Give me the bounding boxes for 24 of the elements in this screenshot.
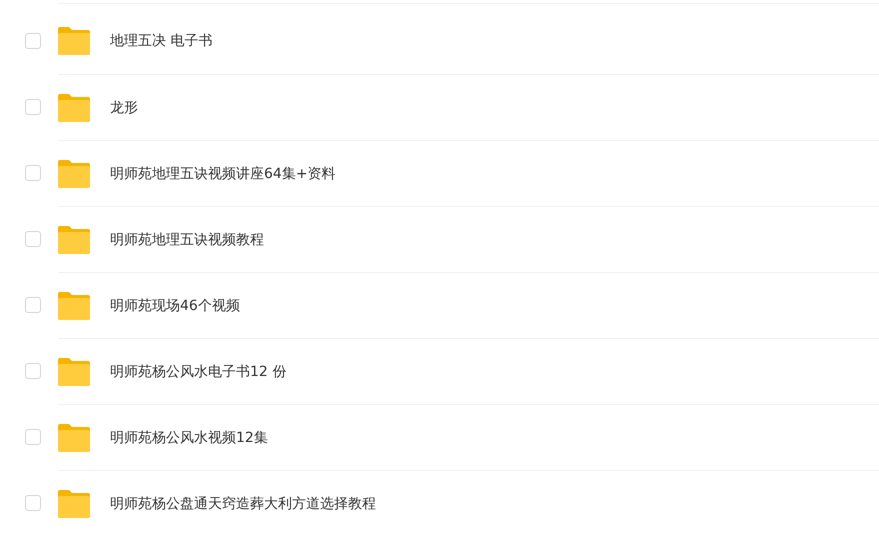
folder-icon: [58, 27, 90, 55]
folder-icon: [58, 490, 90, 518]
checkbox[interactable]: [25, 297, 41, 313]
folder-icon: [58, 94, 90, 122]
folder-name[interactable]: 地理五决 电子书: [110, 32, 212, 50]
checkbox[interactable]: [25, 99, 41, 115]
checkbox[interactable]: [25, 231, 41, 247]
folder-icon: [58, 292, 90, 320]
checkbox[interactable]: [25, 429, 41, 445]
folder-name[interactable]: 龙形: [110, 98, 138, 116]
folder-icon: [58, 358, 90, 386]
folder-icon: [58, 226, 90, 254]
checkbox[interactable]: [25, 495, 41, 511]
checkbox[interactable]: [25, 165, 41, 181]
folder-name[interactable]: 明师苑杨公风水视频12集: [110, 428, 268, 446]
checkbox[interactable]: [25, 33, 41, 49]
folder-name[interactable]: 明师苑地理五诀视频讲座64集+资料: [110, 164, 336, 182]
folder-icon: [58, 160, 90, 188]
folder-name[interactable]: 明师苑地理五诀视频教程: [110, 230, 264, 248]
folder-name[interactable]: 明师苑现场46个视频: [110, 296, 240, 314]
folder-name[interactable]: 明师苑杨公风水电子书12 份: [110, 362, 286, 380]
folder-name[interactable]: 明师苑杨公盘通天窍造葬大利方道选择教程: [110, 494, 376, 512]
folder-icon: [58, 424, 90, 452]
checkbox[interactable]: [25, 363, 41, 379]
